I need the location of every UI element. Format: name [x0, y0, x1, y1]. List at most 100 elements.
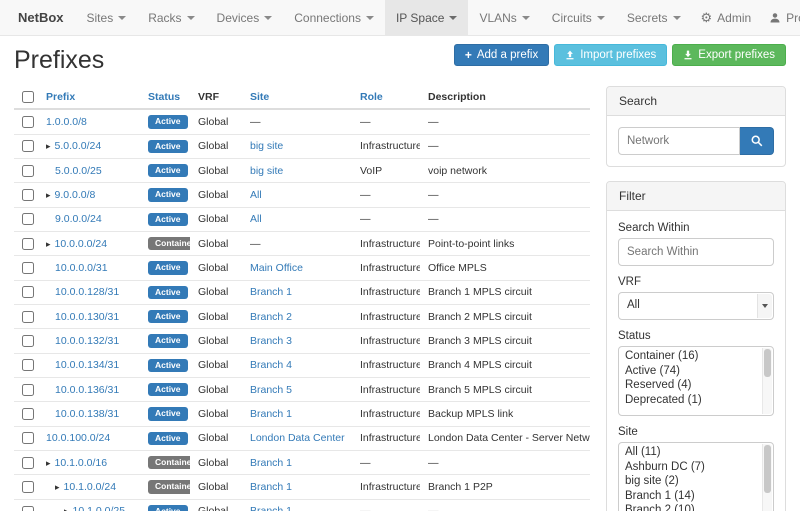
nav-item-devices[interactable]: Devices: [206, 0, 284, 35]
option-big-site-2[interactable]: big site (2): [619, 474, 773, 489]
search-input[interactable]: [618, 127, 740, 155]
prefix-link[interactable]: 10.0.0.130/31: [55, 311, 119, 323]
caret-right-icon: ▸: [46, 141, 51, 151]
scrollbar[interactable]: [762, 348, 772, 414]
option-branch-1-14[interactable]: Branch 1 (14): [619, 489, 773, 504]
site-link[interactable]: Branch 1: [250, 481, 292, 493]
prefix-link[interactable]: 10.0.0.132/31: [55, 335, 119, 347]
nav-item-profile[interactable]: Profile: [760, 0, 800, 35]
row-checkbox[interactable]: [22, 116, 34, 128]
prefix-link[interactable]: 10.1.0.0/16: [55, 457, 108, 469]
option-deprecated-1[interactable]: Deprecated (1): [619, 393, 773, 408]
prefix-link[interactable]: 10.1.0.0/25: [73, 505, 126, 511]
row-checkbox[interactable]: [22, 335, 34, 347]
column-header-site[interactable]: Site: [242, 86, 352, 109]
status-badge: Active: [148, 359, 188, 372]
column-sort-link[interactable]: Status: [148, 91, 180, 103]
site-listbox[interactable]: All (11)Ashburn DC (7)big site (2)Branch…: [618, 442, 774, 511]
import-prefixes-button[interactable]: Import prefixes: [554, 44, 667, 66]
site-link[interactable]: Main Office: [250, 262, 303, 274]
site-link[interactable]: Branch 1: [250, 457, 292, 469]
site-link[interactable]: big site: [250, 140, 283, 152]
site-link[interactable]: Branch 3: [250, 335, 292, 347]
nav-item-admin[interactable]: ⚙Admin: [692, 0, 761, 35]
filter-field-vrf: VRFAll: [618, 276, 774, 320]
vrf-select[interactable]: All: [618, 292, 774, 320]
search-button[interactable]: [740, 127, 774, 155]
chevron-down-icon: [366, 16, 374, 20]
column-sort-link[interactable]: Role: [360, 91, 383, 103]
option-all-11[interactable]: All (11): [619, 445, 773, 460]
row-checkbox[interactable]: [22, 481, 34, 493]
description-text: —: [428, 140, 439, 152]
option-branch-2-10[interactable]: Branch 2 (10): [619, 503, 773, 511]
row-checkbox[interactable]: [22, 432, 34, 444]
prefix-link[interactable]: 9.0.0.0/8: [55, 189, 96, 201]
vrf-text: Global: [198, 262, 228, 274]
prefix-link[interactable]: 5.0.0.0/24: [55, 140, 102, 152]
select-all-checkbox[interactable]: [22, 91, 34, 103]
prefix-link[interactable]: 10.0.0.136/31: [55, 384, 119, 396]
column-sort-link[interactable]: Site: [250, 91, 269, 103]
prefix-link[interactable]: 10.0.0.128/31: [55, 286, 119, 298]
scrollbar-thumb[interactable]: [764, 445, 771, 493]
option-ashburn-dc-7[interactable]: Ashburn DC (7): [619, 460, 773, 475]
prefix-link[interactable]: 10.1.0.0/24: [64, 481, 117, 493]
nav-item-ip-space[interactable]: IP Space: [385, 0, 468, 35]
status-listbox[interactable]: Container (16)Active (74)Reserved (4)Dep…: [618, 346, 774, 416]
prefix-link[interactable]: 9.0.0.0/24: [55, 213, 102, 225]
scrollbar[interactable]: [762, 444, 772, 511]
site-link[interactable]: Branch 2: [250, 311, 292, 323]
row-checkbox[interactable]: [22, 311, 34, 323]
prefix-link[interactable]: 10.0.100.0/24: [46, 432, 110, 444]
site-link[interactable]: Branch 1: [250, 408, 292, 420]
add-a-prefix-button[interactable]: +Add a prefix: [454, 44, 549, 66]
column-header-status[interactable]: Status: [140, 86, 190, 109]
row-checkbox[interactable]: [22, 189, 34, 201]
row-checkbox[interactable]: [22, 384, 34, 396]
prefix-link[interactable]: 10.0.0.0/31: [55, 262, 108, 274]
nav-item-racks[interactable]: Racks: [137, 0, 205, 35]
site-link[interactable]: All: [250, 213, 262, 225]
column-header-prefix[interactable]: Prefix: [38, 86, 140, 109]
row-checkbox[interactable]: [22, 506, 34, 511]
row-checkbox[interactable]: [22, 262, 34, 274]
site-link[interactable]: Branch 4: [250, 359, 292, 371]
row-checkbox[interactable]: [22, 408, 34, 420]
nav-item-connections[interactable]: Connections: [283, 0, 385, 35]
prefix-link[interactable]: 10.0.0.0/24: [55, 238, 108, 250]
app-brand[interactable]: NetBox: [6, 0, 76, 35]
table-row: ▸10.1.0.0/25ActiveGlobalBranch 1——: [14, 499, 590, 511]
row-checkbox[interactable]: [22, 213, 34, 225]
chevron-down-icon: [757, 294, 772, 318]
prefix-link[interactable]: 5.0.0.0/25: [55, 165, 102, 177]
column-sort-link[interactable]: Prefix: [46, 91, 75, 103]
column-header-role[interactable]: Role: [352, 86, 420, 109]
row-checkbox[interactable]: [22, 359, 34, 371]
site-link[interactable]: Branch 1: [250, 505, 292, 511]
prefix-link[interactable]: 10.0.0.134/31: [55, 359, 119, 371]
site-link[interactable]: Branch 5: [250, 384, 292, 396]
row-checkbox[interactable]: [22, 140, 34, 152]
search-within-input[interactable]: [618, 238, 774, 266]
role-text: Infrastructure: [360, 262, 420, 274]
row-checkbox[interactable]: [22, 286, 34, 298]
row-checkbox[interactable]: [22, 238, 34, 250]
export-prefixes-button[interactable]: Export prefixes: [672, 44, 786, 66]
row-checkbox[interactable]: [22, 457, 34, 469]
prefix-link[interactable]: 10.0.0.138/31: [55, 408, 119, 420]
nav-item-vlans[interactable]: VLANs: [468, 0, 540, 35]
nav-item-circuits[interactable]: Circuits: [541, 0, 616, 35]
row-checkbox[interactable]: [22, 165, 34, 177]
option-reserved-4[interactable]: Reserved (4): [619, 378, 773, 393]
scrollbar-thumb[interactable]: [764, 349, 771, 377]
option-active-74[interactable]: Active (74): [619, 364, 773, 379]
site-link[interactable]: London Data Center: [250, 432, 345, 444]
nav-item-sites[interactable]: Sites: [76, 0, 138, 35]
site-link[interactable]: Branch 1: [250, 286, 292, 298]
nav-item-secrets[interactable]: Secrets: [616, 0, 692, 35]
site-link[interactable]: big site: [250, 165, 283, 177]
prefix-link[interactable]: 1.0.0.0/8: [46, 116, 87, 128]
site-link[interactable]: All: [250, 189, 262, 201]
option-container-16[interactable]: Container (16): [619, 349, 773, 364]
